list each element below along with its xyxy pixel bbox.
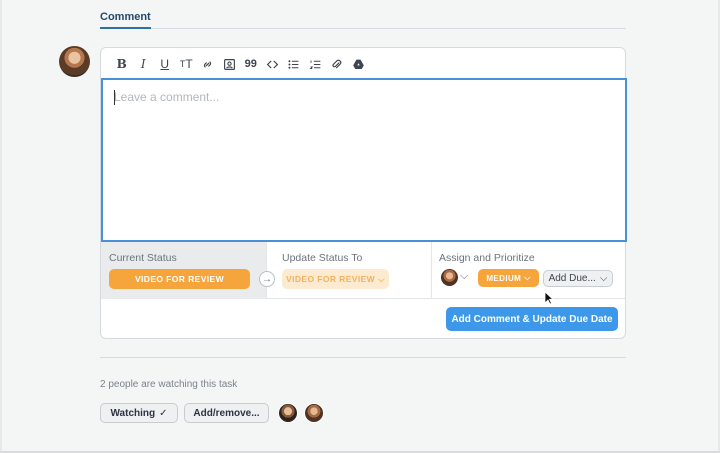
due-date-value: Add Due... bbox=[548, 273, 596, 284]
arrow-right-icon: → bbox=[259, 271, 275, 287]
numbered-list-icon[interactable] bbox=[305, 56, 327, 72]
priority-value: MEDIUM bbox=[486, 273, 522, 283]
link-icon[interactable] bbox=[197, 56, 219, 72]
comment-input[interactable]: Leave a comment... bbox=[101, 78, 627, 242]
watching-button[interactable]: Watching ✓ bbox=[100, 403, 178, 423]
add-comment-button[interactable]: Add Comment & Update Due Date bbox=[446, 307, 618, 331]
google-drive-icon[interactable] bbox=[348, 56, 370, 72]
due-date-dropdown[interactable]: Add Due... ⌵ bbox=[543, 270, 613, 287]
chevron-down-icon: ⌵ bbox=[378, 273, 385, 284]
add-remove-watchers-button[interactable]: Add/remove... bbox=[184, 403, 269, 423]
quote-icon[interactable]: 99 bbox=[240, 56, 262, 72]
assignee-avatar[interactable] bbox=[441, 269, 458, 286]
watcher-avatar[interactable] bbox=[278, 403, 298, 423]
code-icon[interactable] bbox=[262, 56, 284, 72]
watcher-avatar[interactable] bbox=[304, 403, 324, 423]
update-status-value: VIDEO FOR REVIEW bbox=[286, 274, 376, 284]
italic-icon[interactable]: I bbox=[133, 56, 155, 72]
bold-icon[interactable]: B bbox=[111, 56, 133, 72]
checkmark-icon: ✓ bbox=[159, 407, 168, 419]
comment-placeholder: Leave a comment... bbox=[114, 90, 220, 104]
attachment-icon[interactable] bbox=[326, 56, 348, 72]
comment-tabbar: Comment bbox=[100, 0, 626, 29]
watching-label: Watching bbox=[110, 407, 156, 419]
text-size-icon[interactable]: TT bbox=[176, 56, 198, 72]
editor-toolbar: B I U TT 99 bbox=[111, 56, 369, 72]
update-status-label: Update Status To bbox=[282, 252, 363, 264]
update-status-dropdown[interactable]: VIDEO FOR REVIEW ⌵ bbox=[282, 269, 389, 289]
user-avatar bbox=[59, 46, 90, 77]
assign-label: Assign and Prioritize bbox=[439, 252, 535, 264]
current-status-label: Current Status bbox=[109, 252, 177, 264]
chevron-down-icon[interactable]: ⌵ bbox=[460, 270, 468, 283]
image-icon[interactable] bbox=[219, 56, 241, 72]
assign-column: Assign and Prioritize ⌵ MEDIUM ⌵ Add Due… bbox=[432, 242, 625, 299]
bullet-list-icon[interactable] bbox=[283, 56, 305, 72]
page-frame-left bbox=[0, 0, 2, 453]
current-status-pill: VIDEO FOR REVIEW bbox=[109, 269, 250, 289]
section-divider bbox=[100, 357, 626, 358]
priority-dropdown[interactable]: MEDIUM ⌵ bbox=[478, 269, 539, 287]
watchers-text: 2 people are watching this task bbox=[100, 379, 238, 390]
tab-comment[interactable]: Comment bbox=[100, 11, 151, 29]
current-status-column: Current Status VIDEO FOR REVIEW bbox=[101, 242, 266, 299]
chevron-down-icon: ⌵ bbox=[599, 273, 608, 284]
chevron-down-icon: ⌵ bbox=[524, 273, 531, 282]
mouse-cursor-icon bbox=[544, 291, 554, 305]
update-status-column: → Update Status To VIDEO FOR REVIEW ⌵ bbox=[259, 242, 432, 299]
underline-icon[interactable]: U bbox=[154, 56, 176, 72]
